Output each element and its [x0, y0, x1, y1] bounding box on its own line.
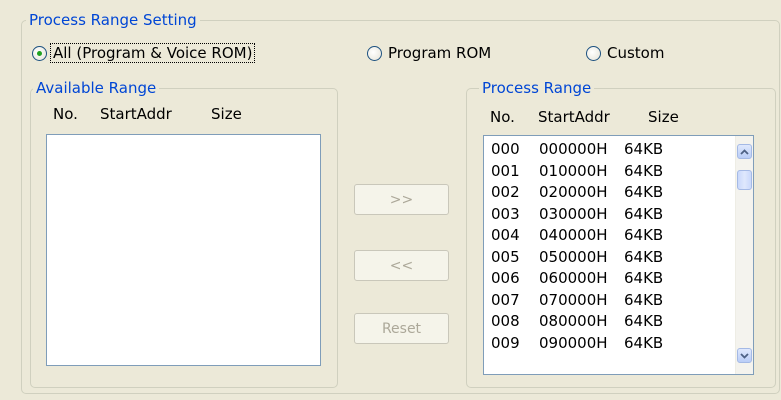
- list-item-no: 002: [491, 183, 520, 201]
- list-item[interactable]: 008 080000H 64KB: [491, 311, 674, 333]
- list-item-no: 005: [491, 247, 520, 266]
- chevron-down-icon: [740, 352, 749, 359]
- radio-all-label: All (Program & Voice ROM): [49, 43, 256, 63]
- list-item[interactable]: 004 040000H 64KB: [491, 225, 674, 247]
- available-range-list[interactable]: [46, 134, 321, 366]
- list-item-size: 64KB: [624, 333, 664, 352]
- list-item-no: 003: [491, 204, 520, 223]
- list-item-no: 000: [491, 140, 520, 158]
- radio-custom-label: Custom: [607, 44, 665, 62]
- list-item[interactable]: 006 060000H 64KB: [491, 268, 674, 290]
- list-item-start-addr: 020000H: [539, 183, 608, 201]
- list-item-size: 64KB: [624, 161, 664, 180]
- list-item-size: 64KB: [624, 183, 664, 201]
- process-range-setting-title: Process Range Setting: [26, 11, 200, 29]
- list-item-size: 64KB: [624, 226, 664, 244]
- list-item-no: 008: [491, 312, 520, 330]
- list-item[interactable]: 007 070000H 64KB: [491, 290, 674, 312]
- process-range-list[interactable]: 000 000000H 64KB 001 010000H 64KB 002 020000H 64…: [483, 135, 754, 375]
- list-item-no: 004: [491, 226, 520, 244]
- list-item-size: 64KB: [624, 290, 664, 309]
- radio-program-rom-label: Program ROM: [388, 44, 492, 62]
- list-item-no: 009: [491, 333, 520, 352]
- radio-all-circle[interactable]: [32, 45, 47, 61]
- list-item-start-addr: 070000H: [539, 290, 608, 309]
- list-item-start-addr: 080000H: [539, 312, 608, 330]
- list-item-size: 64KB: [624, 204, 664, 223]
- list-item-start-addr: 000000H: [539, 140, 608, 158]
- process-range-header-startaddr: StartAddr: [538, 108, 610, 126]
- list-item-start-addr: 090000H: [539, 333, 608, 352]
- process-range-header-size: Size: [648, 108, 679, 126]
- list-item-size: 64KB: [624, 247, 664, 266]
- radio-custom-circle[interactable]: [586, 45, 601, 61]
- list-item-no: 001: [491, 161, 520, 180]
- list-item[interactable]: 003 030000H 64KB: [491, 204, 674, 226]
- list-item[interactable]: 009 090000H 64KB: [491, 333, 674, 355]
- radio-all[interactable]: All (Program & Voice ROM): [32, 42, 256, 64]
- available-range-title: Available Range: [33, 79, 160, 97]
- process-range-scrollbar[interactable]: [735, 136, 753, 374]
- chevron-up-icon: [740, 148, 749, 155]
- available-range-header-size: Size: [211, 105, 242, 123]
- add-range-button[interactable]: >>: [354, 184, 449, 215]
- list-item-size: 64KB: [624, 312, 664, 330]
- available-range-header-startaddr: StartAddr: [100, 105, 172, 123]
- radio-program-rom-circle[interactable]: [367, 45, 382, 61]
- scroll-up-button[interactable]: [737, 144, 752, 159]
- available-range-header-no: No.: [53, 105, 78, 123]
- list-item-size: 64KB: [624, 140, 664, 158]
- list-item-start-addr: 040000H: [539, 226, 608, 244]
- radio-custom[interactable]: Custom: [586, 42, 666, 64]
- process-range-rows: 000 000000H 64KB 001 010000H 64KB 002 020000H 64…: [491, 139, 674, 354]
- process-range-header-no: No.: [490, 108, 515, 126]
- process-range-title: Process Range: [479, 79, 595, 97]
- radio-selected-dot: [37, 50, 42, 56]
- list-item-start-addr: 050000H: [539, 247, 608, 266]
- remove-range-button[interactable]: <<: [354, 250, 449, 281]
- list-item-start-addr: 030000H: [539, 204, 608, 223]
- list-item-no: 006: [491, 269, 520, 287]
- scroll-down-button[interactable]: [737, 348, 752, 363]
- list-item[interactable]: 001 010000H 64KB: [491, 161, 674, 183]
- list-item[interactable]: 000 000000H 64KB: [491, 139, 674, 161]
- scroll-thumb[interactable]: [737, 170, 752, 190]
- list-item-start-addr: 060000H: [539, 269, 608, 287]
- list-item-no: 007: [491, 290, 520, 309]
- reset-button[interactable]: Reset: [354, 313, 449, 344]
- list-item-start-addr: 010000H: [539, 161, 608, 180]
- list-item[interactable]: 002 020000H 64KB: [491, 182, 674, 204]
- list-item[interactable]: 005 050000H 64KB: [491, 247, 674, 269]
- list-item-size: 64KB: [624, 269, 664, 287]
- radio-program-rom[interactable]: Program ROM: [367, 42, 493, 64]
